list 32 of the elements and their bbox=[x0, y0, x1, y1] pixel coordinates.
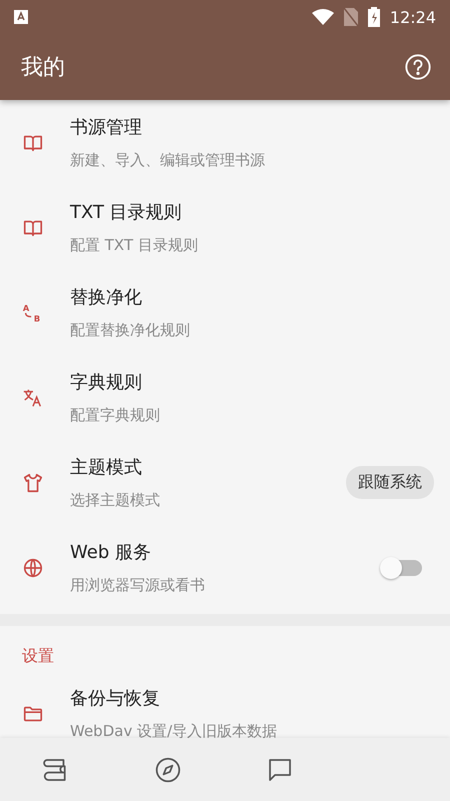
item-subtitle: 配置替换净化规则 bbox=[70, 321, 191, 340]
item-title: 书源管理 bbox=[70, 116, 143, 139]
item-subtitle: 用浏览器写源或看书 bbox=[70, 576, 206, 595]
list-item[interactable]: 备份与恢复 WebDav 设置/导入旧版本数据 bbox=[0, 671, 450, 738]
status-time: 12:24 bbox=[390, 8, 436, 26]
section-header: 设置 bbox=[22, 646, 54, 665]
item-subtitle: 选择主题模式 bbox=[70, 491, 161, 510]
item-subtitle: 配置 TXT 目录规则 bbox=[70, 236, 199, 255]
app-notification-icon bbox=[14, 10, 28, 24]
no-sim-icon bbox=[344, 8, 358, 26]
globe-icon bbox=[22, 556, 44, 578]
theme-mode-chip[interactable]: 跟随系统 bbox=[346, 466, 434, 499]
item-title: 主题模式 bbox=[70, 456, 143, 479]
list-item[interactable]: TXT 目录规则 配置 TXT 目录规则 bbox=[0, 185, 450, 270]
list-item[interactable]: A B 替换净化 配置替换净化规则 bbox=[0, 270, 450, 355]
wifi-icon bbox=[312, 9, 334, 25]
list-item[interactable]: 字典规则 配置字典规则 bbox=[0, 355, 450, 440]
item-subtitle: 新建、导入、编辑或管理书源 bbox=[70, 151, 266, 170]
list-item[interactable]: 主题模式 选择主题模式 跟随系统 bbox=[0, 440, 450, 525]
item-title: 字典规则 bbox=[70, 371, 143, 394]
help-icon[interactable] bbox=[404, 53, 432, 81]
list-item[interactable]: Web 服务 用浏览器写源或看书 bbox=[0, 525, 450, 610]
item-title: 备份与恢复 bbox=[70, 687, 161, 710]
item-title: 替换净化 bbox=[70, 286, 143, 309]
item-title: TXT 目录规则 bbox=[70, 201, 183, 224]
item-subtitle: 配置字典规则 bbox=[70, 406, 161, 425]
list-item[interactable]: 书源管理 新建、导入、编辑或管理书源 bbox=[0, 100, 450, 185]
shirt-icon bbox=[22, 472, 44, 494]
item-subtitle: WebDav 设置/导入旧版本数据 bbox=[70, 722, 278, 738]
item-title: Web 服务 bbox=[70, 541, 152, 564]
app-bar-title: 我的 bbox=[21, 54, 65, 82]
battery-charging-icon bbox=[368, 7, 380, 27]
